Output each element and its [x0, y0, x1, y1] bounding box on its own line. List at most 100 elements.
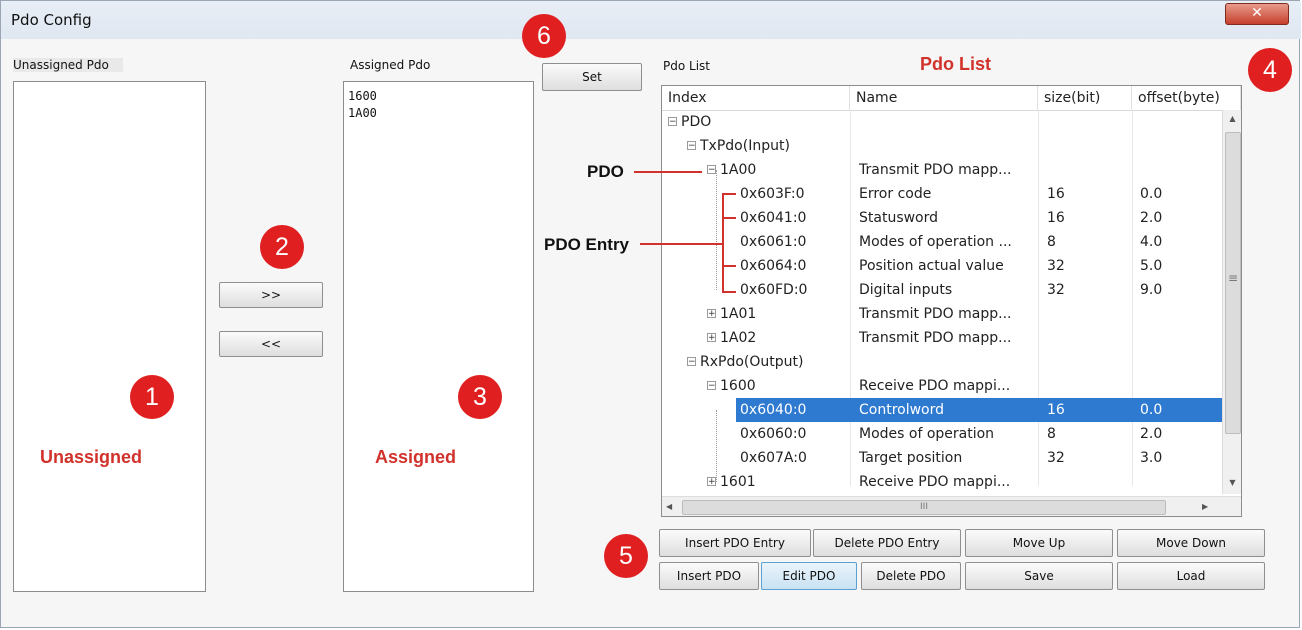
expand-icon[interactable]: +: [707, 309, 716, 319]
row-size: 16: [1047, 210, 1065, 226]
unassigned-pdo-label: Unassigned Pdo: [13, 58, 123, 72]
list-item[interactable]: 1A00: [344, 105, 533, 122]
tree-row[interactable]: 0x6064:0 Position actual value 32 5.0: [662, 254, 1241, 278]
tree-row[interactable]: 0x6061:0 Modes of operation ... 8 4.0: [662, 230, 1241, 254]
row-size: 32: [1047, 450, 1065, 466]
horizontal-scrollbar[interactable]: ◀ III ▶: [662, 496, 1241, 516]
tree-row[interactable]: − TxPdo(Input): [662, 134, 1241, 158]
row-offset: 3.0: [1140, 450, 1163, 466]
assigned-pdo-list[interactable]: 1600 1A00: [343, 81, 534, 592]
list-item[interactable]: 1600: [344, 88, 533, 105]
tree-row[interactable]: − 1A00 Transmit PDO mapp...: [662, 158, 1241, 182]
row-size: 16: [1047, 186, 1065, 202]
unassigned-pdo-list[interactable]: [13, 81, 206, 592]
row-name: Statusword: [859, 210, 939, 226]
column-index[interactable]: Index: [662, 86, 850, 110]
thumb-grip-icon: III: [920, 502, 928, 512]
pdo-callout-line: [634, 171, 702, 173]
pdo-entry-bracket-tick: [722, 265, 736, 267]
pdo-entry-bracket-tick: [722, 291, 736, 293]
row-offset: 0.0: [1140, 402, 1163, 418]
row-offset: 9.0: [1140, 282, 1163, 298]
delete-pdo-button[interactable]: Delete PDO: [861, 562, 961, 590]
tree-row[interactable]: − RxPdo(Output): [662, 350, 1241, 374]
row-size: 8: [1047, 426, 1056, 442]
row-name: Position actual value: [859, 258, 1004, 274]
row-name: Digital inputs: [859, 282, 953, 298]
tree-row[interactable]: − PDO: [662, 110, 1241, 134]
tree-row[interactable]: + 1A01 Transmit PDO mapp...: [662, 302, 1241, 326]
column-name[interactable]: Name: [850, 86, 1038, 110]
annotation-badge-4: 4: [1248, 48, 1292, 92]
row-size: 8: [1047, 234, 1056, 250]
set-button[interactable]: Set: [542, 63, 642, 91]
row-offset: 2.0: [1140, 426, 1163, 442]
pdo-entry-callout-label: PDO Entry: [544, 235, 630, 254]
scroll-right-icon[interactable]: ▶: [1202, 497, 1218, 516]
load-button[interactable]: Load: [1117, 562, 1265, 590]
expand-icon[interactable]: +: [707, 333, 716, 343]
tree-row[interactable]: + 1601 Receive PDO mappi...: [662, 470, 1241, 494]
row-index: 0x6041:0: [740, 210, 807, 226]
tree-row[interactable]: − 1600 Receive PDO mappi...: [662, 374, 1241, 398]
row-index: RxPdo(Output): [700, 354, 804, 370]
scroll-up-icon[interactable]: ▲: [1223, 110, 1241, 128]
row-offset: 5.0: [1140, 258, 1163, 274]
window-title: Pdo Config: [11, 11, 92, 29]
collapse-icon[interactable]: −: [687, 141, 696, 151]
collapse-icon[interactable]: −: [687, 357, 696, 367]
scroll-down-icon[interactable]: ▼: [1223, 474, 1241, 492]
row-offset: 4.0: [1140, 234, 1163, 250]
row-size: 16: [1047, 402, 1065, 418]
pdo-list-tree[interactable]: Index Name size(bit) offset(byte) − PDO …: [661, 85, 1242, 517]
pdo-entry-bracket: [722, 193, 724, 293]
collapse-icon[interactable]: −: [707, 381, 716, 391]
insert-pdo-entry-button[interactable]: Insert PDO Entry: [659, 529, 811, 557]
row-index: 0x6064:0: [740, 258, 807, 274]
row-index: TxPdo(Input): [700, 138, 790, 154]
column-offset[interactable]: offset(byte): [1132, 86, 1241, 110]
row-index: 1600: [720, 378, 756, 394]
tree-row[interactable]: + 1A02 Transmit PDO mapp...: [662, 326, 1241, 350]
expand-icon[interactable]: +: [707, 477, 716, 487]
row-size: 32: [1047, 258, 1065, 274]
assign-button[interactable]: >>: [219, 282, 323, 308]
edit-pdo-button[interactable]: Edit PDO: [761, 562, 857, 590]
horizontal-scroll-thumb[interactable]: III: [682, 500, 1166, 515]
column-header: Index Name size(bit) offset(byte): [662, 86, 1241, 111]
row-offset: 2.0: [1140, 210, 1163, 226]
collapse-icon[interactable]: −: [707, 165, 716, 175]
row-index: 0x6060:0: [740, 426, 807, 442]
tree-row[interactable]: 0x607A:0 Target position 32 3.0: [662, 446, 1241, 470]
column-size[interactable]: size(bit): [1038, 86, 1132, 110]
scroll-left-icon[interactable]: ◀: [666, 497, 682, 516]
row-index: 0x6061:0: [740, 234, 807, 250]
move-up-button[interactable]: Move Up: [965, 529, 1113, 557]
row-index: 1601: [720, 474, 756, 490]
row-index: 0x6040:0: [740, 402, 807, 418]
delete-pdo-entry-button[interactable]: Delete PDO Entry: [813, 529, 961, 557]
pdo-entry-bracket-tick: [722, 217, 736, 219]
tree-row[interactable]: 0x603F:0 Error code 16 0.0: [662, 182, 1241, 206]
vertical-scrollbar[interactable]: ▲ ≡ ▼: [1222, 110, 1241, 494]
tree-row[interactable]: 0x6060:0 Modes of operation 8 2.0: [662, 422, 1241, 446]
unassign-button[interactable]: <<: [219, 331, 323, 357]
row-index: PDO: [681, 114, 712, 130]
assigned-annotation: Assigned: [375, 447, 457, 467]
row-name: Receive PDO mappi...: [859, 378, 1011, 394]
row-index: 1A02: [720, 330, 757, 346]
vertical-scroll-thumb[interactable]: ≡: [1225, 132, 1241, 434]
row-size: 32: [1047, 282, 1065, 298]
pdo-list-annotation: Pdo List: [920, 54, 991, 74]
save-button[interactable]: Save: [965, 562, 1113, 590]
move-down-button[interactable]: Move Down: [1117, 529, 1265, 557]
row-index: 0x607A:0: [740, 450, 807, 466]
row-name: Modes of operation ...: [859, 234, 1012, 250]
collapse-icon[interactable]: −: [668, 117, 677, 127]
tree-row[interactable]: 0x6041:0 Statusword 16 2.0: [662, 206, 1241, 230]
close-button[interactable]: ✕: [1225, 3, 1289, 25]
tree-row-selected[interactable]: 0x6040:0 Controlword 16 0.0: [736, 398, 1241, 422]
insert-pdo-button[interactable]: Insert PDO: [659, 562, 759, 590]
tree-row[interactable]: 0x60FD:0 Digital inputs 32 9.0: [662, 278, 1241, 302]
annotation-badge-1: 1: [130, 375, 174, 419]
